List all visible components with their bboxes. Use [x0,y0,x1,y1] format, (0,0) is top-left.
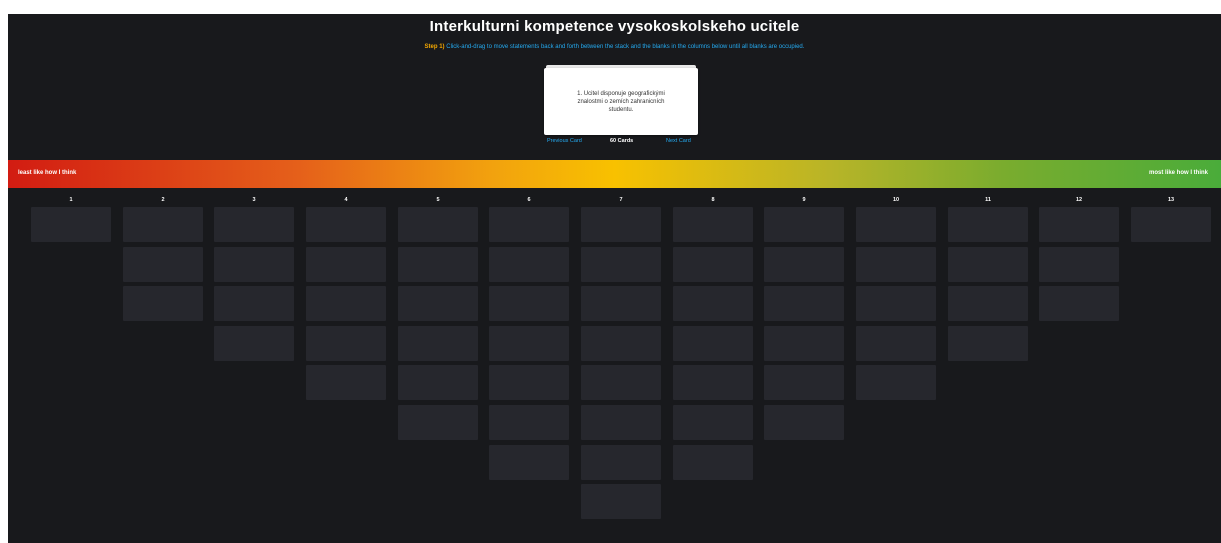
blank-slot[interactable] [673,445,753,480]
blank-slot[interactable] [948,207,1028,242]
blank-slot[interactable] [398,247,478,282]
blank-slot[interactable] [123,207,203,242]
blank-slot[interactable] [764,365,844,400]
blank-slot[interactable] [673,326,753,361]
scale-gradient-bar: least like how I think most like how I t… [8,160,1221,188]
blank-slot[interactable] [306,326,386,361]
blank-slot[interactable] [1039,247,1119,282]
blank-slot[interactable] [306,207,386,242]
blank-slot[interactable] [581,484,661,519]
blank-slot[interactable] [856,286,936,321]
blank-slot[interactable] [398,365,478,400]
previous-card-link[interactable]: Previous Card [547,138,582,144]
page-title: Interkulturni kompetence vysokoskolskeho… [429,18,800,35]
blank-slot[interactable] [306,286,386,321]
blank-slot[interactable] [673,247,753,282]
blank-slot[interactable] [581,445,661,480]
column-header: 11 [985,197,991,203]
column-header: 8 [711,197,715,203]
blank-slot[interactable] [398,207,478,242]
blank-slot[interactable] [856,247,936,282]
column-header: 2 [161,197,165,203]
blank-slot[interactable] [1131,207,1211,242]
blank-slot[interactable] [673,405,753,440]
column-header: 13 [1167,197,1175,203]
blank-slot[interactable] [398,326,478,361]
blank-slot[interactable] [581,247,661,282]
blank-slot[interactable] [673,207,753,242]
blank-slot[interactable] [398,405,478,440]
column-header: 4 [344,197,348,203]
column-header: 6 [527,197,531,203]
card-count: 60 Cards [610,138,634,144]
blank-slot[interactable] [581,286,661,321]
statement-card[interactable]: 1. Ucitel disponuje geografickými znalos… [544,68,698,135]
instruction-text: Click-and-drag to move statements back a… [446,44,805,50]
blank-slot[interactable] [123,247,203,282]
blank-slot[interactable] [214,247,294,282]
blank-slot[interactable] [764,405,844,440]
column-header: 1 [69,197,73,203]
card-stack[interactable]: 1. Ucitel disponuje geografickými znalos… [544,65,698,145]
blank-slot[interactable] [489,286,569,321]
blank-slot[interactable] [398,286,478,321]
blank-slot[interactable] [1039,286,1119,321]
column-header: 9 [802,197,806,203]
blank-slot[interactable] [856,207,936,242]
statement-text: 1. Ucitel disponuje geografickými znalos… [577,90,665,113]
blank-slot[interactable] [214,286,294,321]
instruction: Step 1) Click-and-drag to move statement… [8,44,1221,50]
blank-slot[interactable] [306,247,386,282]
blank-slot[interactable] [581,405,661,440]
blank-slot[interactable] [489,405,569,440]
blank-slot[interactable] [581,365,661,400]
blank-slot[interactable] [856,326,936,361]
instruction-step: Step 1) [424,44,445,50]
scale-left-label: least like how I think [18,170,77,176]
card-navigation: Previous Card 60 Cards Next Card [544,138,698,148]
blank-slot[interactable] [764,247,844,282]
q-sort-app: Interkulturni kompetence vysokoskolskeho… [8,14,1221,543]
blank-slot[interactable] [581,207,661,242]
column-header: 7 [619,197,623,203]
blank-slot[interactable] [948,247,1028,282]
blank-slot[interactable] [489,247,569,282]
column-header: 5 [436,197,440,203]
blank-slot[interactable] [764,326,844,361]
blank-slot[interactable] [764,286,844,321]
blank-slot[interactable] [123,286,203,321]
next-card-link[interactable]: Next Card [666,138,691,144]
blank-slot[interactable] [673,286,753,321]
blank-slot[interactable] [856,365,936,400]
column-header: 3 [252,197,256,203]
scale-right-label: most like how I think [1149,170,1209,176]
column-header: 12 [1075,197,1083,203]
blank-slot[interactable] [214,207,294,242]
blank-slot[interactable] [489,445,569,480]
blank-slot[interactable] [1039,207,1119,242]
blank-slot[interactable] [673,365,753,400]
blank-slot[interactable] [31,207,111,242]
blank-slot[interactable] [489,326,569,361]
blank-slot[interactable] [489,207,569,242]
blank-slot[interactable] [306,365,386,400]
blank-slot[interactable] [948,286,1028,321]
blank-slot[interactable] [489,365,569,400]
blank-slot[interactable] [764,207,844,242]
blank-slot[interactable] [581,326,661,361]
blank-slot[interactable] [948,326,1028,361]
column-header: 10 [892,197,900,203]
blank-slot[interactable] [214,326,294,361]
